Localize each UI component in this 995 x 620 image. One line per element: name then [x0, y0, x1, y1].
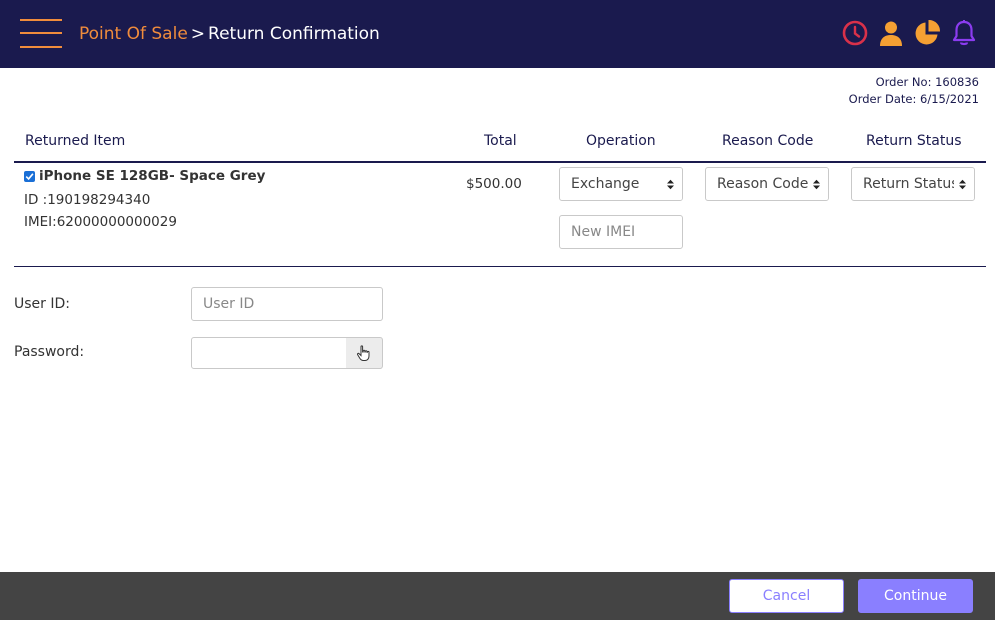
order-meta: Order No: 160836 Order Date: 6/15/2021 — [849, 74, 979, 108]
password-label: Password: — [14, 344, 85, 360]
new-imei-placeholder: New IMEI — [571, 224, 636, 240]
password-reveal-button[interactable] — [346, 337, 383, 369]
password-input[interactable] — [191, 337, 347, 369]
footer-bar: Cancel Continue — [0, 572, 995, 620]
select-arrows-icon — [662, 168, 682, 200]
header-return-status: Return Status — [866, 133, 962, 149]
user-id-placeholder: User ID — [203, 296, 255, 312]
item-id: ID :190198294340 — [24, 192, 151, 208]
header-returned-item: Returned Item — [25, 133, 126, 149]
select-arrows-icon — [808, 168, 828, 200]
table-row: iPhone SE 128GB- Space Grey ID :19019829… — [14, 163, 986, 267]
item-checkbox[interactable] — [24, 171, 35, 182]
hamburger-menu-icon[interactable] — [20, 18, 62, 50]
reason-code-value: Reason Code — [717, 176, 809, 192]
breadcrumb-point-of-sale[interactable]: Point Of Sale — [79, 24, 188, 44]
user-id-input[interactable]: User ID — [191, 287, 383, 321]
history-clock-icon[interactable] — [841, 19, 869, 47]
continue-button[interactable]: Continue — [858, 579, 973, 613]
breadcrumb-separator: > — [190, 24, 206, 44]
header-reason-code: Reason Code — [722, 133, 814, 149]
table-header: Returned Item Total Operation Reason Cod… — [14, 130, 986, 163]
user-icon[interactable] — [877, 19, 905, 47]
reason-code-select[interactable]: Reason Code — [705, 167, 829, 201]
breadcrumb: Point Of Sale > Return Confirmation — [79, 22, 380, 46]
return-status-select[interactable]: Return Status — [851, 167, 975, 201]
item-name: iPhone SE 128GB- Space Grey — [39, 168, 266, 184]
item-total: $500.00 — [466, 176, 522, 192]
bell-icon[interactable] — [950, 19, 978, 47]
pie-chart-icon[interactable] — [913, 19, 941, 47]
item-imei: IMEI:62000000000029 — [24, 214, 177, 230]
header-operation: Operation — [586, 133, 656, 149]
cancel-button[interactable]: Cancel — [729, 579, 844, 613]
header-total: Total — [484, 133, 517, 149]
operation-select[interactable]: Exchange — [559, 167, 683, 201]
top-bar: Point Of Sale > Return Confirmation — [0, 0, 995, 68]
new-imei-input[interactable]: New IMEI — [559, 215, 683, 249]
select-arrows-icon — [954, 168, 974, 200]
return-status-value: Return Status — [863, 176, 959, 192]
user-id-label: User ID: — [14, 296, 70, 312]
page-title: Return Confirmation — [208, 24, 380, 44]
order-number: Order No: 160836 — [875, 75, 979, 89]
hand-pointer-icon — [356, 345, 370, 361]
operation-value: Exchange — [571, 176, 640, 192]
order-date: Order Date: 6/15/2021 — [848, 92, 979, 106]
